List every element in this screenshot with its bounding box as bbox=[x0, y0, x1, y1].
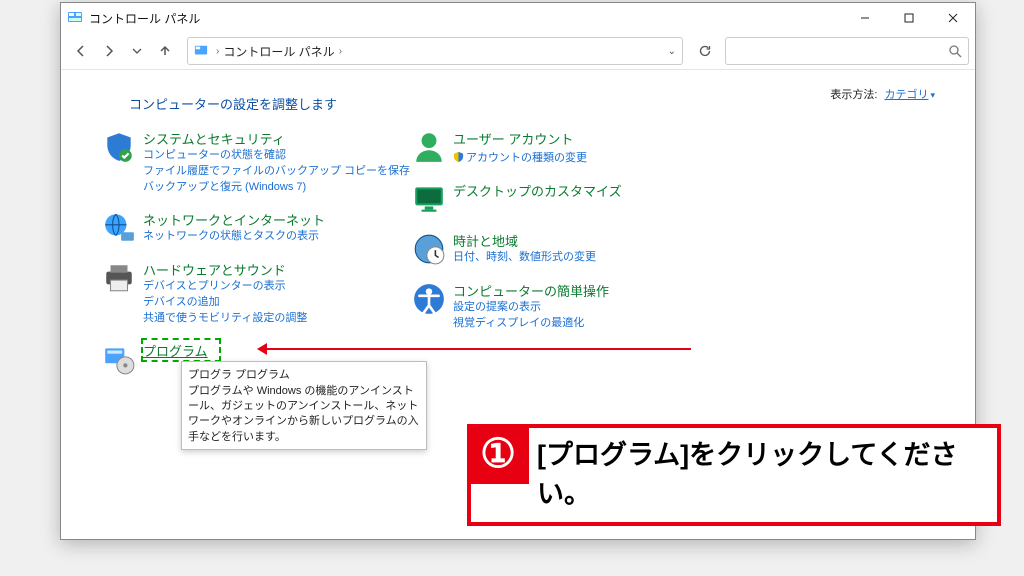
uac-shield-icon bbox=[453, 151, 464, 162]
task-link[interactable]: 視覚ディスプレイの最適化 bbox=[453, 316, 609, 332]
category-clock-region: 時計と地域 日付、時刻、数値形式の変更 bbox=[411, 231, 721, 267]
clock-globe-icon bbox=[411, 231, 447, 267]
task-link[interactable]: デバイスとプリンターの表示 bbox=[143, 279, 307, 295]
task-link[interactable]: 共通で使うモビリティ設定の調整 bbox=[143, 311, 307, 327]
tooltip: プログラ プログラム プログラムや Windows の機能のアンインストール、ガ… bbox=[181, 361, 427, 451]
recent-locations-button[interactable] bbox=[123, 37, 151, 65]
category-link[interactable]: デスクトップのカスタマイズ bbox=[453, 181, 622, 200]
breadcrumb-root[interactable]: コントロール パネル bbox=[223, 43, 334, 60]
tooltip-title: プログラ プログラム bbox=[188, 366, 420, 382]
annotation-arrow bbox=[261, 348, 691, 350]
refresh-button[interactable] bbox=[691, 37, 719, 65]
back-button[interactable] bbox=[67, 37, 95, 65]
maximize-button[interactable] bbox=[887, 3, 931, 33]
category-user-accounts: ユーザー アカウント アカウントの種類の変更 bbox=[411, 129, 721, 167]
category-link[interactable]: ハードウェアとサウンド bbox=[143, 260, 307, 279]
category-hardware: ハードウェアとサウンド デバイスとプリンターの表示 デバイスの追加 共通で使うモ… bbox=[101, 260, 411, 327]
chevron-down-icon[interactable]: ⌄ bbox=[668, 46, 676, 57]
view-by-label: 表示方法: bbox=[830, 89, 877, 101]
task-link[interactable]: ファイル履歴でファイルのバックアップ コピーを保存 bbox=[143, 164, 410, 180]
chevron-right-icon: › bbox=[216, 46, 219, 57]
right-column: ユーザー アカウント アカウントの種類の変更 デスクトップのカスタマイズ bbox=[411, 129, 721, 391]
chevron-right-icon: › bbox=[339, 46, 342, 57]
content-area: コンピューターの設定を調整します 表示方法: カテゴリ▾ システムとセキュリティ… bbox=[61, 70, 975, 407]
category-link[interactable]: ユーザー アカウント bbox=[453, 129, 587, 148]
view-by: 表示方法: カテゴリ▾ bbox=[830, 86, 935, 102]
minimize-button[interactable] bbox=[843, 3, 887, 33]
tooltip-body: プログラムや Windows の機能のアンインストール、ガジェットのアンインスト… bbox=[188, 384, 420, 446]
forward-button[interactable] bbox=[95, 37, 123, 65]
annotation-step-number: ① bbox=[467, 424, 529, 484]
category-link[interactable]: コンピューターの簡単操作 bbox=[453, 281, 609, 300]
task-link[interactable]: アカウントの種類の変更 bbox=[466, 152, 587, 164]
monitor-icon bbox=[411, 181, 447, 217]
task-link[interactable]: 設定の提案の表示 bbox=[453, 300, 609, 316]
close-button[interactable] bbox=[931, 3, 975, 33]
search-box[interactable] bbox=[725, 37, 969, 65]
task-link[interactable]: ネットワークの状態とタスクの表示 bbox=[143, 229, 325, 245]
address-bar[interactable]: › コントロール パネル › ⌄ bbox=[187, 37, 683, 65]
search-icon bbox=[948, 44, 962, 58]
annotation-text: [プログラム]をクリックしてください。 bbox=[529, 428, 997, 514]
task-link[interactable]: 日付、時刻、数値形式の変更 bbox=[453, 250, 596, 266]
left-column: システムとセキュリティ コンピューターの状態を確認 ファイル履歴でファイルのバッ… bbox=[101, 129, 411, 391]
chevron-down-icon[interactable]: ▾ bbox=[930, 90, 935, 100]
view-by-value[interactable]: カテゴリ bbox=[884, 89, 928, 101]
up-button[interactable] bbox=[151, 37, 179, 65]
task-link[interactable]: コンピューターの状態を確認 bbox=[143, 148, 410, 164]
control-panel-icon bbox=[194, 44, 208, 58]
instruction-annotation: ① [プログラム]をクリックしてください。 bbox=[467, 424, 1001, 526]
category-link[interactable]: ネットワークとインターネット bbox=[143, 210, 325, 229]
titlebar: コントロール パネル bbox=[61, 3, 975, 33]
category-network: ネットワークとインターネット ネットワークの状態とタスクの表示 bbox=[101, 210, 411, 246]
category-appearance: デスクトップのカスタマイズ bbox=[411, 181, 721, 217]
toolbar: › コントロール パネル › ⌄ bbox=[61, 33, 975, 70]
control-panel-icon bbox=[67, 10, 83, 26]
category-link[interactable]: システムとセキュリティ bbox=[143, 129, 410, 148]
category-system-security: システムとセキュリティ コンピューターの状態を確認 ファイル履歴でファイルのバッ… bbox=[101, 129, 411, 196]
printer-icon bbox=[101, 260, 137, 296]
annotation-highlight-box bbox=[141, 338, 221, 362]
accessibility-icon bbox=[411, 281, 447, 317]
task-link[interactable]: バックアップと復元 (Windows 7) bbox=[143, 180, 410, 196]
programs-icon bbox=[101, 341, 137, 377]
globe-network-icon bbox=[101, 210, 137, 246]
category-ease-of-access: コンピューターの簡単操作 設定の提案の表示 視覚ディスプレイの最適化 bbox=[411, 281, 721, 332]
user-icon bbox=[411, 129, 447, 165]
category-link[interactable]: 時計と地域 bbox=[453, 231, 596, 250]
shield-icon bbox=[101, 129, 137, 165]
window-title: コントロール パネル bbox=[89, 10, 200, 27]
task-link[interactable]: デバイスの追加 bbox=[143, 295, 307, 311]
category-programs: プログラム プログラ プログラム プログラムや Windows の機能のアンイン… bbox=[101, 341, 411, 377]
